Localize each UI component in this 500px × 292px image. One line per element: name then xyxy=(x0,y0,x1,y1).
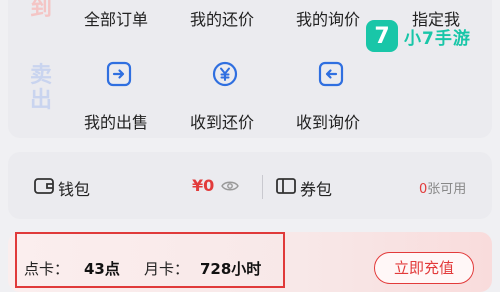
coupon-count: 0张可用 xyxy=(419,178,466,197)
all-orders-link[interactable]: 全部订单 xyxy=(84,6,148,30)
recharge-button[interactable]: 立即充值 xyxy=(374,252,474,284)
logo-mark: 7 xyxy=(366,20,398,52)
inquiry-arrow-icon[interactable] xyxy=(318,61,344,87)
app-logo: 7 小7手游 xyxy=(366,19,471,53)
received-counteroffers-link[interactable]: 收到还价 xyxy=(190,109,254,133)
coupon-count-suffix: 张可用 xyxy=(427,182,467,197)
eye-icon[interactable] xyxy=(221,180,239,192)
sell-arrow-icon[interactable] xyxy=(106,61,132,87)
month-card-label: 月卡： xyxy=(144,260,190,278)
month-card-value: 728小时 xyxy=(200,260,262,278)
received-inquiries-link[interactable]: 收到询价 xyxy=(296,109,360,133)
buy-section-label: 到 xyxy=(29,0,52,21)
wallet-divider xyxy=(262,175,263,199)
yen-circle-icon[interactable] xyxy=(212,61,238,87)
my-inquiries-link[interactable]: 我的询价 xyxy=(296,6,360,30)
my-sales-link[interactable]: 我的出售 xyxy=(84,109,148,133)
point-card-label: 点卡： xyxy=(24,260,70,278)
coupon-label[interactable]: 券包 xyxy=(300,176,332,200)
wallet-icon xyxy=(34,178,54,194)
coupon-icon xyxy=(276,178,296,194)
logo-text: 小7手游 xyxy=(404,28,471,49)
my-counteroffers-link[interactable]: 我的还价 xyxy=(190,6,254,30)
wallet-label[interactable]: 钱包 xyxy=(58,176,90,200)
wallet-amount: ¥0 xyxy=(192,176,215,195)
point-card-value: 43点 xyxy=(84,260,120,278)
sell-section-label: 卖 出 xyxy=(29,63,52,113)
